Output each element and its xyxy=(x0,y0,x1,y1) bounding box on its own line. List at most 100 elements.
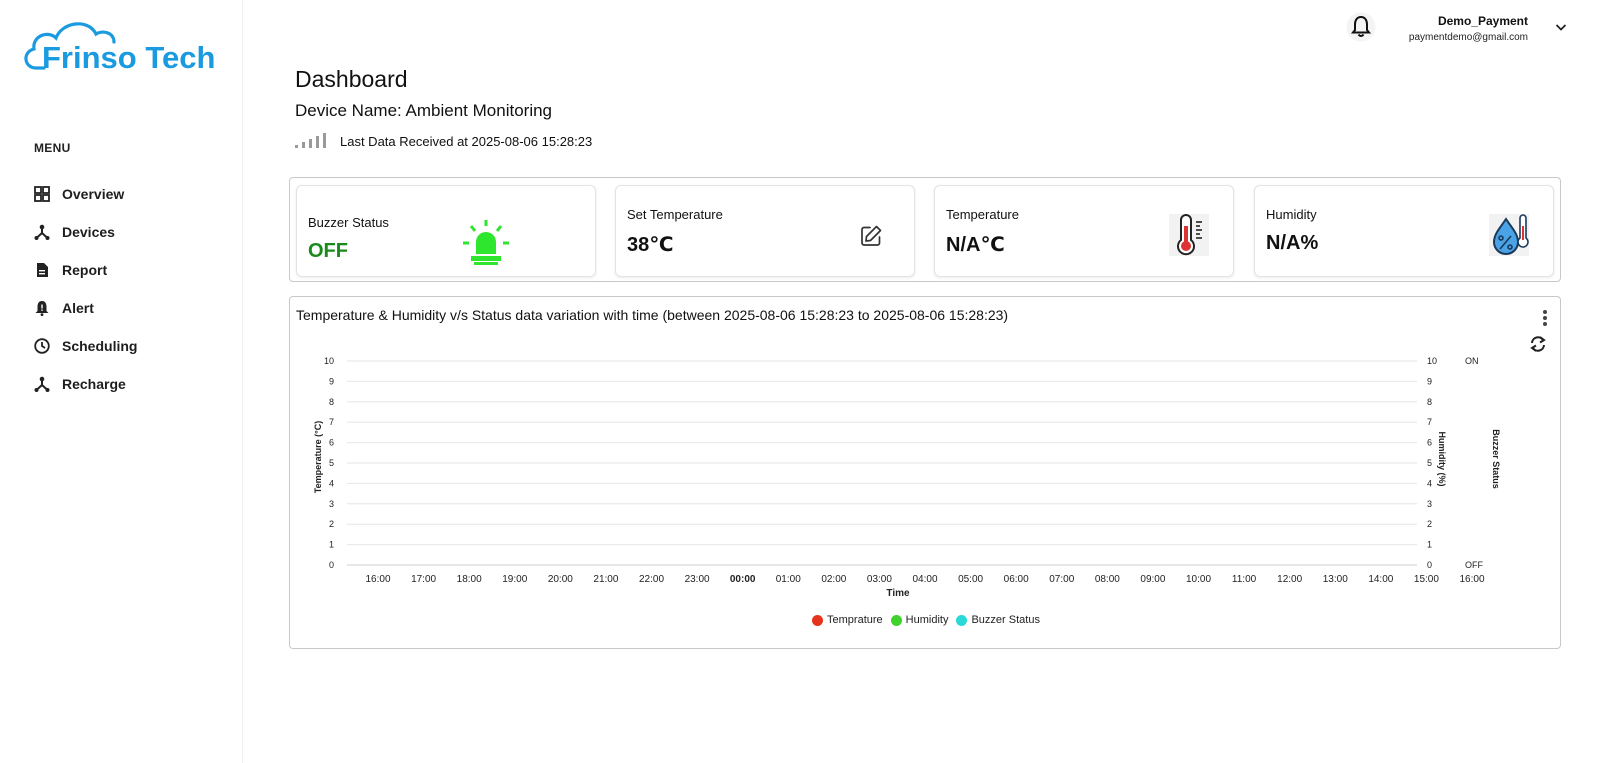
x-tick-label: 23:00 xyxy=(685,574,710,585)
device-name: Device Name: Ambient Monitoring xyxy=(295,101,553,120)
x-tick-label: 14:00 xyxy=(1368,574,1393,585)
sidebar-item-scheduling[interactable]: Scheduling xyxy=(34,327,137,365)
y-tick-label-right: 3 xyxy=(1427,499,1432,509)
chart-panel: Temperature & Humidity v/s Status data v… xyxy=(289,296,1561,649)
set-temperature-value: 38℃ xyxy=(627,234,674,256)
brand-name: Frinso Tech xyxy=(42,40,215,75)
x-tick-label: 00:00 xyxy=(730,574,756,585)
y-tick-label-right: 9 xyxy=(1427,376,1432,386)
legend-dot xyxy=(956,614,968,626)
x-tick-label: 03:00 xyxy=(867,574,892,585)
x-tick-label: 12:00 xyxy=(1277,574,1302,585)
y-tick-label-right: 0 xyxy=(1427,560,1432,570)
sidebar-item-label: Recharge xyxy=(62,376,126,392)
legend-item[interactable]: Humidity xyxy=(890,614,949,626)
card-label: Buzzer Status xyxy=(308,215,389,230)
legend-label: Humidity xyxy=(905,614,949,626)
sidebar-item-overview[interactable]: Overview xyxy=(34,175,137,213)
card-label: Temperature xyxy=(946,207,1019,222)
x-tick-label: 02:00 xyxy=(821,574,846,585)
x-tick-label: 16:00 xyxy=(365,574,390,585)
x-tick-label: 10:00 xyxy=(1186,574,1211,585)
card-label: Humidity xyxy=(1266,207,1317,222)
clock-icon xyxy=(34,338,50,354)
signal-strength-icon xyxy=(295,133,326,148)
chart-legend: Temprature Humidity Buzzer Status xyxy=(290,614,1562,629)
y-tick-label-right: 4 xyxy=(1427,478,1432,488)
set-temperature-card: Set Temperature 38℃ xyxy=(615,185,915,277)
sidebar-item-label: Report xyxy=(62,262,108,278)
x-tick-label: 13:00 xyxy=(1323,574,1348,585)
card-label: Set Temperature xyxy=(627,207,723,222)
y-tick-label-left: 6 xyxy=(329,438,334,448)
chevron-down-icon[interactable] xyxy=(1554,20,1568,34)
humidity-drop-icon xyxy=(1489,214,1529,256)
sidebar-item-recharge[interactable]: Recharge xyxy=(34,365,137,403)
x-tick-label: 11:00 xyxy=(1232,574,1257,585)
y-tick-label-left: 4 xyxy=(329,478,334,488)
x-tick-label: 08:00 xyxy=(1095,574,1120,585)
notification-bell-icon[interactable] xyxy=(1346,12,1376,42)
thermometer-icon xyxy=(1169,214,1209,256)
legend-label: Temprature xyxy=(827,614,883,626)
x-tick-label: 18:00 xyxy=(457,574,482,585)
sidebar-item-label: Overview xyxy=(62,186,125,202)
y-tick-label-right: 10 xyxy=(1427,356,1437,366)
last-data-received: Last Data Received at 2025-08-06 15:28:2… xyxy=(340,134,593,149)
humidity-card: Humidity N/A% xyxy=(1254,185,1554,277)
x-tick-label: 04:00 xyxy=(912,574,937,585)
status-tick-on: ON xyxy=(1465,356,1479,366)
recharge-icon xyxy=(34,376,50,392)
y-tick-label-right: 7 xyxy=(1427,417,1432,427)
sidebar-item-label: Scheduling xyxy=(62,338,138,354)
edit-icon[interactable] xyxy=(859,224,883,248)
sidebar-nav: Overview Devices Report Alert Scheduling xyxy=(34,175,137,403)
status-cards: Buzzer Status OFF Set Temperature 38℃ Te… xyxy=(289,177,1561,282)
user-menu[interactable]: Demo_Payment paymentdemo@gmail.com xyxy=(1409,14,1528,43)
legend-item[interactable]: Temprature xyxy=(812,614,883,626)
user-name: Demo_Payment xyxy=(1437,14,1528,28)
buzzer-status-card: Buzzer Status OFF xyxy=(296,185,596,277)
line-chart: 0 0 1 1 2 2 3 3 4 4 5 5 6 6 7 7 8 8 9 9 10 10 ON OFF 16:00 17:00 1… xyxy=(313,356,1501,599)
siren-icon xyxy=(463,220,509,265)
temperature-card: Temperature N/A℃ xyxy=(934,185,1234,277)
y-axis-title-left: Temperature (°C) xyxy=(313,421,323,493)
legend-dot xyxy=(812,614,824,626)
sidebar-item-label: Alert xyxy=(62,300,94,316)
y-tick-label-left: 3 xyxy=(329,499,334,509)
sidebar-item-devices[interactable]: Devices xyxy=(34,213,137,251)
humidity-value: N/A% xyxy=(1266,232,1319,254)
document-icon xyxy=(34,262,50,278)
y-tick-label-left: 5 xyxy=(329,458,334,468)
x-tick-label: 01:00 xyxy=(776,574,801,585)
menu-heading: MENU xyxy=(34,141,71,155)
y-tick-label-right: 1 xyxy=(1427,540,1432,550)
x-tick-label: 16:00 xyxy=(1459,574,1484,585)
legend-dot xyxy=(890,614,902,626)
x-tick-label: 07:00 xyxy=(1049,574,1074,585)
page-title: Dashboard xyxy=(295,66,408,92)
x-tick-label: 19:00 xyxy=(502,574,527,585)
devices-icon xyxy=(34,224,50,240)
sidebar: Frinso Tech MENU Overview Devices Report xyxy=(0,0,243,763)
y-tick-label-left: 0 xyxy=(329,560,334,570)
legend-label: Buzzer Status xyxy=(971,614,1040,626)
legend-item[interactable]: Buzzer Status xyxy=(956,614,1040,626)
grid-icon xyxy=(34,186,50,202)
y-tick-label-left: 9 xyxy=(329,376,334,386)
x-tick-label: 05:00 xyxy=(958,574,983,585)
brand-logo[interactable]: Frinso Tech xyxy=(22,16,222,82)
temperature-value: N/A℃ xyxy=(946,234,1005,256)
sidebar-item-report[interactable]: Report xyxy=(34,251,137,289)
y-axis-title-status: Buzzer Status xyxy=(1491,429,1501,489)
sidebar-item-alert[interactable]: Alert xyxy=(34,289,137,327)
status-tick-off: OFF xyxy=(1465,560,1483,570)
x-tick-label: 17:00 xyxy=(411,574,436,585)
y-tick-label-left: 10 xyxy=(324,356,334,366)
sidebar-item-label: Devices xyxy=(62,224,115,240)
y-tick-label-left: 2 xyxy=(329,519,334,529)
y-tick-label-left: 1 xyxy=(329,540,334,550)
y-tick-label-right: 6 xyxy=(1427,438,1432,448)
alert-bell-icon xyxy=(34,300,50,316)
x-tick-label: 20:00 xyxy=(548,574,573,585)
